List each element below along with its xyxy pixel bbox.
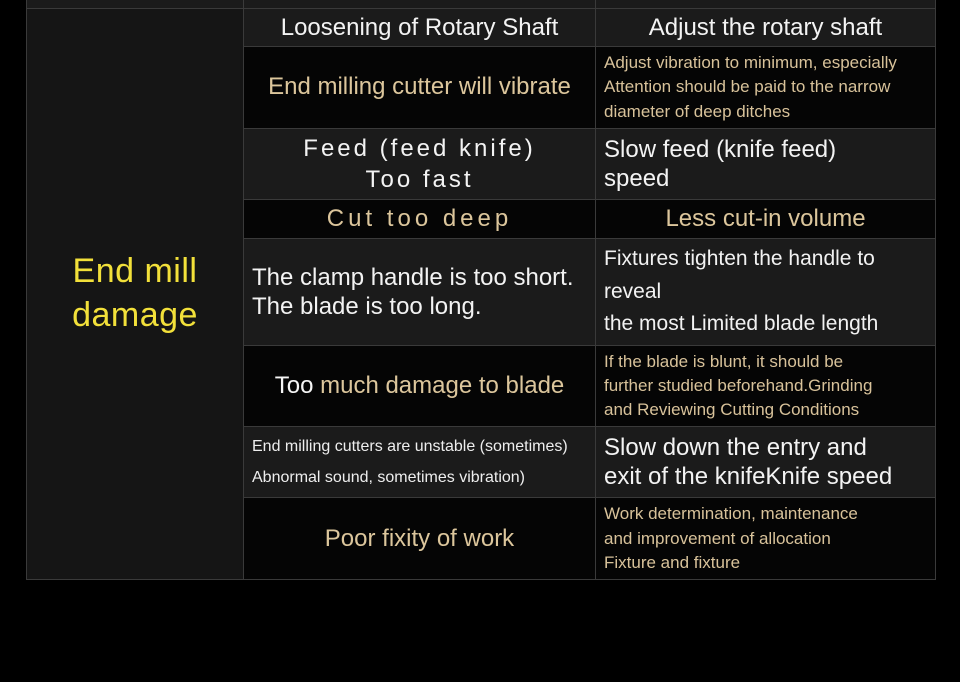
fix-line: Work determination, maintenance: [604, 504, 858, 524]
cause-text: End milling cutters are unstable (someti…: [252, 431, 587, 493]
partial-cause-cell: [243, 0, 596, 9]
cause-line: Too fast: [365, 165, 474, 193]
fix-line: Slow down the entry and: [604, 433, 867, 461]
fix-cell: Slow feed (knife feed) speed: [595, 127, 936, 201]
cause-text: Poor fixity of work: [324, 524, 515, 552]
fix-cell: Fixtures tighten the handle to reveal the…: [595, 238, 936, 346]
cause-text: Too much damage to blade: [252, 371, 587, 401]
cause-text: Cut too deep: [326, 205, 513, 233]
fix-line: exit of the knifeKnife speed: [604, 463, 893, 491]
cause-line: Feed (feed knife): [303, 134, 536, 162]
fix-line: speed: [604, 164, 670, 192]
fix-line: Slow feed (knife feed): [604, 135, 837, 163]
fix-text: Adjust vibration to minimum, especially A…: [604, 51, 927, 123]
cause-cell: Cut too deep: [243, 199, 596, 240]
cause-cell: Poor fixity of work: [243, 497, 596, 580]
fix-line: further studied beforehand.Grinding: [604, 375, 873, 395]
partial-cat-cell: [26, 0, 244, 9]
cause-cell: End milling cutters are unstable (someti…: [243, 426, 596, 499]
fix-line: the most Limited blade length: [604, 312, 879, 336]
fix-text: Fixtures tighten the handle to reveal the…: [604, 243, 927, 341]
fix-line: Adjust vibration to minimum, especially: [604, 53, 897, 73]
fix-text: Less cut-in volume: [665, 205, 866, 233]
fix-line: Fixtures tighten the handle to reveal: [604, 247, 875, 303]
cause-text: Loosening of Rotary Shaft: [280, 14, 559, 41]
fix-cell: Less cut-in volume: [595, 199, 936, 240]
cause-line: Abnormal sound, sometimes vibration): [252, 469, 526, 487]
cause-line: The blade is too long.: [252, 292, 482, 320]
partial-fix-cell: [595, 0, 936, 9]
cause-line: End milling cutters are unstable (someti…: [252, 438, 568, 456]
fix-line: and Reviewing Cutting Conditions: [604, 399, 860, 419]
fix-text: Slow feed (knife feed) speed: [604, 135, 927, 194]
fix-text: If the blade is blunt, it should be furth…: [604, 350, 927, 422]
fix-text: Slow down the entry and exit of the knife…: [604, 433, 927, 492]
fix-line: If the blade is blunt, it should be: [604, 351, 844, 371]
fix-text: Adjust the rotary shaft: [648, 14, 883, 41]
fix-text: Work determination, maintenance and impro…: [604, 502, 927, 574]
fix-line: Attention should be paid to the narrow: [604, 77, 891, 97]
category-cell: End mill damage: [26, 8, 244, 580]
table-row-partial-top: [26, 0, 936, 9]
fix-cell: Work determination, maintenance and impro…: [595, 497, 936, 580]
cause-text: End milling cutter will vibrate: [268, 73, 571, 101]
cause-text: Feed (feed knife) Too fast: [252, 133, 587, 195]
cause-cell: The clamp handle is too short. The blade …: [243, 238, 596, 346]
cause-cell: Feed (feed knife) Too fast: [243, 127, 596, 201]
fix-cell: Slow down the entry and exit of the knife…: [595, 426, 936, 499]
fix-cell: If the blade is blunt, it should be furth…: [595, 344, 936, 428]
cause-cell: Too much damage to blade: [243, 344, 596, 428]
cause-cell: Loosening of Rotary Shaft: [243, 7, 596, 48]
table-sheet: End mill damage Loosening of Rotary Shaft…: [0, 0, 960, 682]
table-row: End mill damage Loosening of Rotary Shaft…: [26, 7, 936, 580]
fix-cell: Adjust the rotary shaft: [595, 7, 936, 48]
cause-text-rest: much damage to blade: [313, 371, 565, 399]
cause-line: The clamp handle is too short.: [252, 263, 574, 291]
table-body: End mill damage Loosening of Rotary Shaft…: [26, 0, 936, 580]
troubleshooting-table: End mill damage Loosening of Rotary Shaft…: [26, 0, 936, 580]
fix-line: and improvement of allocation: [604, 528, 831, 548]
fix-cell: Adjust vibration to minimum, especially A…: [595, 46, 936, 129]
fix-line: Fixture and fixture: [604, 552, 741, 572]
fix-line: diameter of deep ditches: [604, 101, 791, 121]
cause-text: The clamp handle is too short. The blade …: [252, 263, 587, 322]
category-label: End mill damage: [72, 252, 198, 334]
cause-text-lead: Too: [274, 371, 314, 399]
cause-cell: End milling cutter will vibrate: [243, 46, 596, 129]
